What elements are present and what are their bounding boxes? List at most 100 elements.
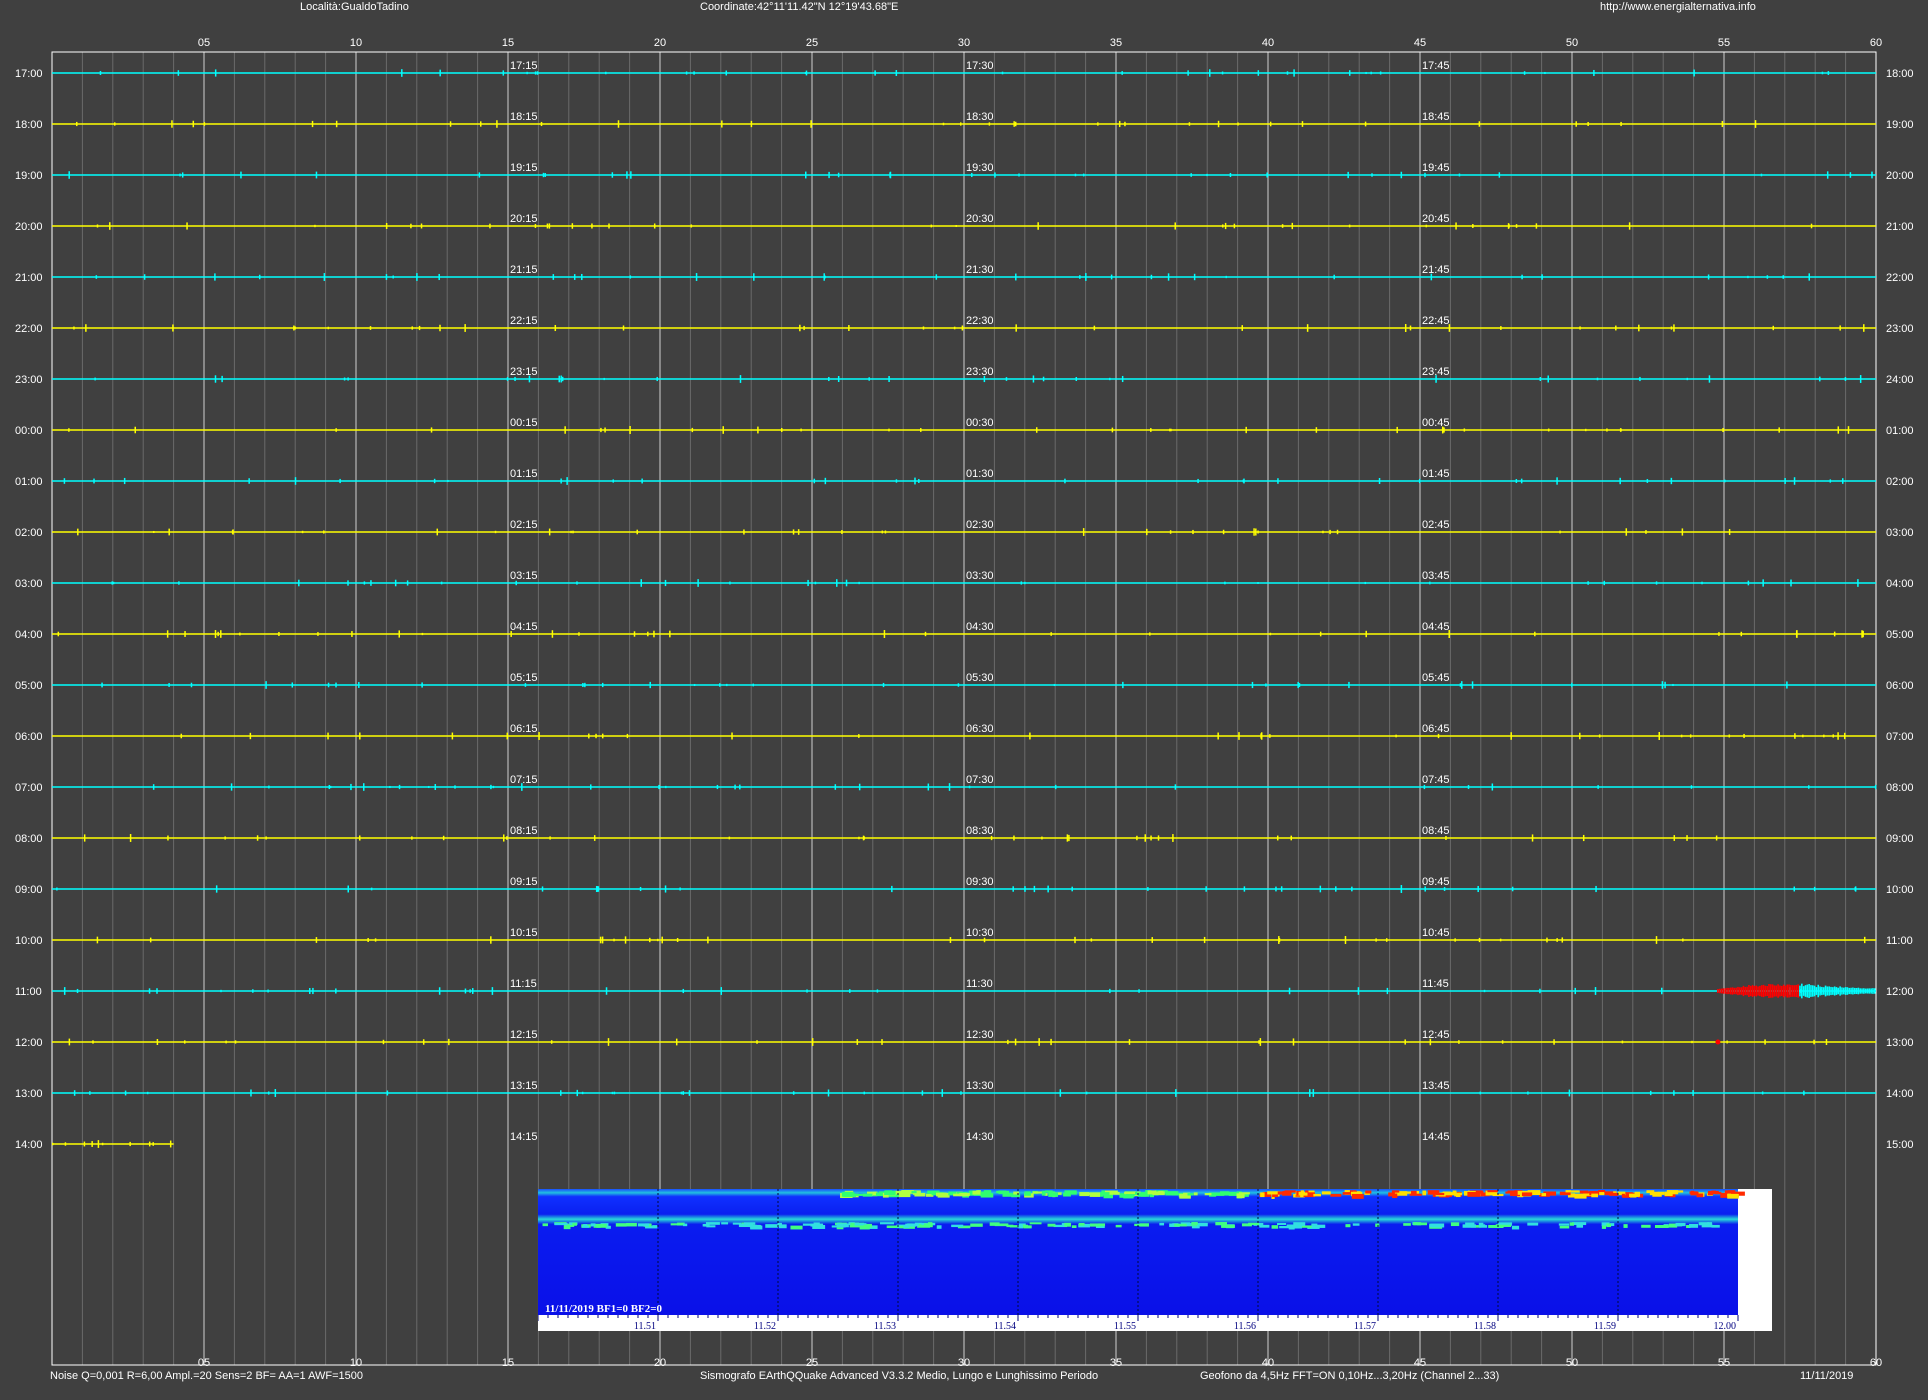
spectrogram-band-cell	[1352, 1223, 1360, 1226]
spectrogram-hot-cell	[1657, 1191, 1665, 1195]
spectrogram-panel: 11.51 11.52 11.53 11.54 11.55 11.56 11.57 11.58…	[537, 1189, 1772, 1332]
row-time-right: 21:00	[1886, 221, 1914, 233]
quarter-marker: 06:45	[1422, 723, 1450, 735]
footer-geophone: Geofono da 4,5Hz FFT=ON 0,10Hz...3,20Hz …	[1200, 1370, 1500, 1382]
row-time-right: 20:00	[1886, 170, 1914, 182]
spectrogram-band-cell	[989, 1222, 1000, 1226]
footer-software: Sismografo EArthQQuake Advanced V3.3.2 M…	[700, 1370, 1099, 1382]
quarter-marker: 22:45	[1422, 315, 1450, 327]
spectrogram-hot-cell	[1041, 1190, 1046, 1196]
spectrogram-hot-cell	[1365, 1190, 1372, 1194]
spectrogram-band-cell	[1654, 1224, 1669, 1228]
spectrogram-band-cell	[1311, 1223, 1318, 1226]
spectrogram-hot-cell	[1321, 1191, 1331, 1195]
spectrogram-band-cell	[1271, 1225, 1279, 1229]
quarter-marker: 14:30	[966, 1131, 994, 1143]
spectrogram-hot-cell	[1467, 1191, 1481, 1197]
quarter-marker: 08:45	[1422, 825, 1450, 837]
spectrogram-hot-cell	[1048, 1192, 1058, 1197]
spectrogram-tick-label: 11.57	[1354, 1321, 1376, 1331]
spectrogram-band-cell	[765, 1224, 778, 1228]
footer-date: 11/11/2019	[1800, 1370, 1854, 1382]
spectrogram-band-cell	[1478, 1222, 1484, 1226]
quarter-marker: 04:30	[966, 621, 994, 633]
row-time-left: 06:00	[15, 731, 43, 743]
quarter-marker: 02:15	[510, 519, 538, 531]
spectrogram-hot-cell	[1330, 1193, 1342, 1197]
spectrogram-band-cell	[790, 1225, 803, 1230]
spectrogram-hot-cell	[1574, 1193, 1585, 1198]
spectrogram-band-cell	[1711, 1224, 1720, 1228]
spectrogram-hot-cell	[1570, 1190, 1580, 1193]
spectrogram-hot-cell	[872, 1191, 876, 1196]
spectrogram-band-cell	[1023, 1225, 1032, 1229]
quarter-marker: 06:30	[966, 723, 994, 735]
spectrogram-hot-cell	[1342, 1192, 1351, 1195]
quarter-marker: 13:45	[1422, 1080, 1450, 1092]
spectrogram-hot-cell	[911, 1191, 917, 1194]
quarter-marker: 07:15	[510, 774, 538, 786]
x-tick-label-top: 10	[350, 37, 362, 49]
quarter-marker: 13:15	[510, 1080, 538, 1092]
spectrogram-hot-cell	[1454, 1192, 1460, 1197]
row-time-left: 11:00	[15, 986, 42, 998]
spectrogram-field	[538, 1189, 1738, 1315]
spectrogram-tick-label: 11.59	[1594, 1321, 1616, 1331]
quarter-marker: 17:30	[966, 60, 994, 72]
spectrogram-hot-cell	[1727, 1190, 1736, 1193]
row-time-right: 24:00	[1886, 374, 1914, 386]
spectrogram-hot-cell	[1599, 1192, 1605, 1196]
spectrogram-hot-cell	[1171, 1191, 1177, 1195]
spectrogram-band-cell	[721, 1222, 729, 1225]
spectrogram-band-cell	[1006, 1224, 1014, 1228]
row-time-left: 09:00	[15, 884, 43, 896]
quarter-marker: 20:30	[966, 213, 994, 225]
quarter-marker: 20:15	[510, 213, 538, 225]
x-tick-label-bottom: 15	[502, 1357, 514, 1369]
spectrogram-band-cell	[1134, 1223, 1145, 1227]
spectrogram-band-cell	[626, 1222, 637, 1227]
row-time-right: 06:00	[1886, 680, 1914, 692]
spectrogram-tick-label: 11.51	[634, 1321, 656, 1331]
spectrogram-hot-cell	[1690, 1191, 1699, 1196]
x-tick-label-top: 05	[198, 37, 210, 49]
quarter-marker: 13:30	[966, 1080, 994, 1092]
quarter-marker: 17:45	[1422, 60, 1450, 72]
spectrogram-band-cell	[1689, 1223, 1699, 1228]
spectrogram-band-cell	[615, 1223, 627, 1227]
spectrogram-hot-cell	[1505, 1191, 1518, 1194]
quarter-marker: 01:30	[966, 468, 994, 480]
row-time-right: 22:00	[1886, 272, 1914, 284]
spectrogram-hot-cell	[1152, 1191, 1165, 1196]
spectrogram-band-cell	[750, 1225, 763, 1230]
quarter-marker: 03:30	[966, 570, 994, 582]
quarter-marker: 00:30	[966, 417, 994, 429]
row-time-left: 07:00	[15, 782, 43, 794]
spectrogram-tick-label: 12.00	[1714, 1321, 1737, 1331]
spectrogram-band-cell	[1465, 1222, 1475, 1226]
spectrogram-hot-cell	[1193, 1192, 1198, 1196]
spectrogram-hot-cell	[1664, 1191, 1673, 1197]
row-time-right: 23:00	[1886, 323, 1914, 335]
row-time-right: 14:00	[1886, 1088, 1914, 1100]
spectrogram-band-cell	[683, 1223, 688, 1227]
quarter-marker: 10:45	[1422, 927, 1450, 939]
spectrogram-tick-label: 11.58	[1474, 1321, 1496, 1331]
spectrogram-band-cell	[1018, 1225, 1023, 1229]
row-time-left: 17:00	[15, 68, 43, 80]
quarter-marker: 03:15	[510, 570, 538, 582]
row-time-right: 15:00	[1886, 1139, 1914, 1151]
spectrogram-band-cell	[1241, 1223, 1252, 1227]
quarter-marker: 07:30	[966, 774, 994, 786]
quarter-marker: 05:30	[966, 672, 994, 684]
quarter-marker: 07:45	[1422, 774, 1450, 786]
spectrogram-hot-cell	[1521, 1192, 1533, 1197]
spectrogram-hot-cell	[1204, 1193, 1212, 1196]
x-tick-label-top: 15	[502, 37, 514, 49]
spectrogram-band-cell	[554, 1222, 568, 1226]
spectrogram-band-cell	[899, 1225, 904, 1229]
x-tick-label-top: 45	[1414, 37, 1426, 49]
row-time-left: 18:00	[15, 119, 43, 131]
spectrogram-hot-cell	[1391, 1190, 1400, 1193]
spectrogram-band-cell	[1221, 1224, 1235, 1228]
